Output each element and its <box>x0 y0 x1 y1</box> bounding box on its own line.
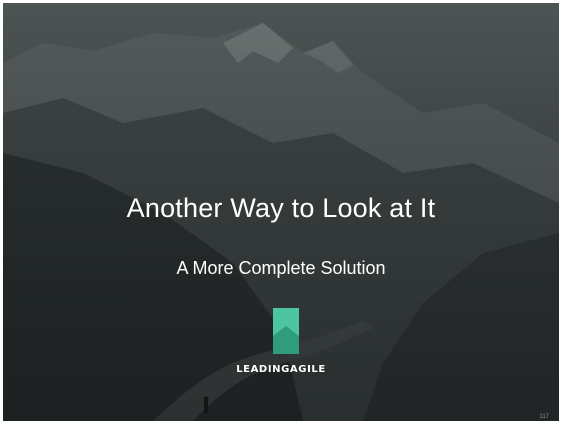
slide: Another Way to Look at It A More Complet… <box>3 3 559 421</box>
leadingagile-logo-text: LEADINGAGILE <box>236 364 326 375</box>
leadingagile-logo-icon <box>273 308 299 354</box>
slide-page-number: 117 <box>539 414 549 420</box>
slide-subtitle: A More Complete Solution <box>176 258 386 278</box>
slide-title: Another Way to Look at It <box>126 193 436 223</box>
